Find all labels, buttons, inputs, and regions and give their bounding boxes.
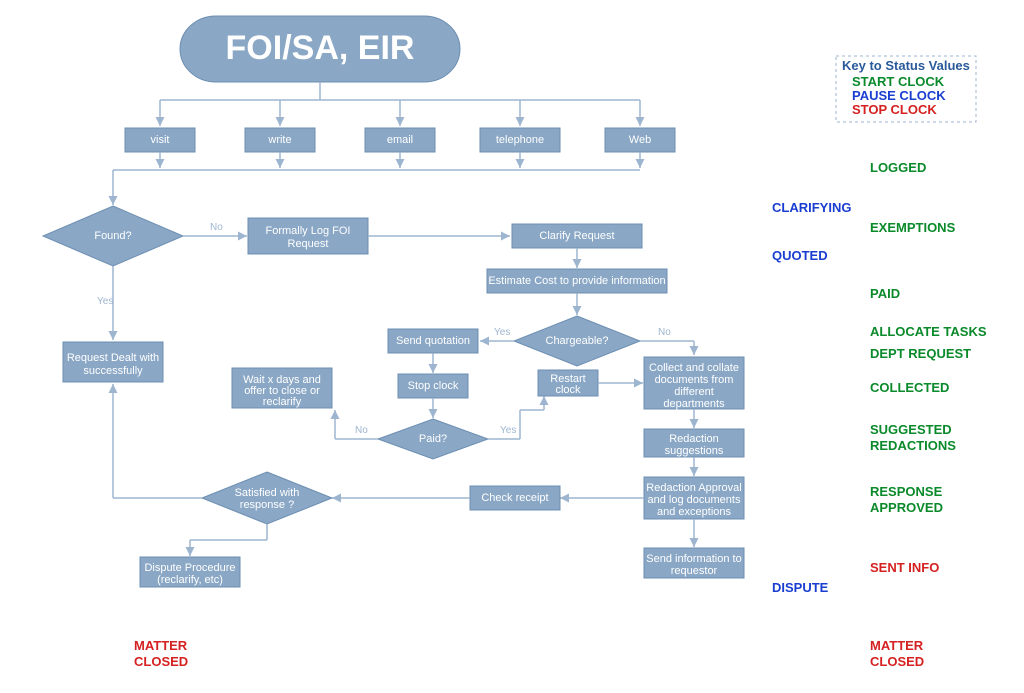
svg-text:Collect and collate: Collect and collate (649, 362, 739, 374)
svg-text:and log documents: and log documents (648, 494, 741, 506)
svg-text:Web: Web (629, 134, 651, 146)
svg-text:requestor: requestor (671, 565, 718, 577)
status-closed2-l: CLOSED (134, 654, 188, 669)
svg-text:Chargeable?: Chargeable? (546, 335, 609, 347)
intake-email: email (365, 128, 435, 152)
intake-visit: visit (125, 128, 195, 152)
status-exemptions: EXEMPTIONS (870, 220, 956, 235)
status-response1: RESPONSE (870, 484, 943, 499)
status-suggested2: REDACTIONS (870, 438, 956, 453)
edge-no-2: No (658, 327, 671, 338)
node-clarify: Clarify Request (512, 224, 642, 248)
svg-text:Send quotation: Send quotation (396, 335, 470, 347)
svg-text:documents from: documents from (655, 374, 734, 386)
svg-text:Redaction: Redaction (669, 433, 719, 445)
node-check: Check receipt (470, 486, 560, 510)
status-deptreq: DEPT REQUEST (870, 346, 971, 361)
svg-text:(reclarify, etc): (reclarify, etc) (157, 574, 223, 586)
svg-text:email: email (387, 134, 413, 146)
svg-text:Key to Status Values: Key to Status Values (842, 58, 970, 73)
svg-text:successfully: successfully (83, 365, 143, 377)
status-closed1-r: MATTER (870, 638, 924, 653)
intake-telephone: telephone (480, 128, 560, 152)
svg-text:Paid?: Paid? (419, 433, 447, 445)
svg-text:response ?: response ? (240, 499, 294, 511)
status-allocate: ALLOCATE TASKS (870, 324, 987, 339)
decision-found: Found? (43, 206, 183, 266)
svg-text:Found?: Found? (94, 230, 131, 242)
node-stopclock: Stop clock (398, 374, 468, 398)
flowchart: FOI/SA, EIR visit write email telephone … (0, 0, 1024, 693)
status-closed1-l: MATTER (134, 638, 188, 653)
svg-text:departments: departments (663, 398, 725, 410)
edge-no-3: No (355, 425, 368, 436)
svg-text:visit: visit (151, 134, 170, 146)
edge-yes-2: Yes (494, 327, 510, 338)
svg-text:Formally Log FOI: Formally Log FOI (266, 225, 351, 237)
svg-text:different: different (674, 386, 714, 398)
svg-text:Stop clock: Stop clock (408, 380, 459, 392)
svg-text:Request: Request (288, 238, 329, 250)
svg-text:START CLOCK: START CLOCK (852, 74, 945, 89)
status-paid: PAID (870, 286, 900, 301)
title-text: FOI/SA, EIR (226, 29, 415, 67)
svg-text:Dispute Procedure: Dispute Procedure (144, 562, 235, 574)
status-clarifying: CLARIFYING (772, 200, 851, 215)
intake-web: Web (605, 128, 675, 152)
svg-text:reclarify: reclarify (263, 396, 302, 408)
node-estimate: Estimate Cost to provide information (487, 269, 667, 293)
svg-text:Estimate Cost to provide infor: Estimate Cost to provide information (488, 275, 665, 287)
svg-text:Send information to: Send information to (646, 553, 741, 565)
svg-text:write: write (267, 134, 291, 146)
svg-text:and exceptions: and exceptions (657, 506, 731, 518)
svg-text:STOP CLOCK: STOP CLOCK (852, 102, 937, 117)
decision-paid: Paid? (378, 419, 488, 459)
legend-box: Key to Status Values START CLOCK PAUSE C… (836, 56, 976, 122)
decision-chargeable: Chargeable? (514, 316, 640, 366)
status-collected: COLLECTED (870, 380, 949, 395)
svg-text:PAUSE CLOCK: PAUSE CLOCK (852, 88, 946, 103)
svg-text:Check receipt: Check receipt (481, 492, 548, 504)
status-sentinfo: SENT INFO (870, 560, 939, 575)
edge-no-1: No (210, 222, 223, 233)
node-quote: Send quotation (388, 329, 478, 353)
svg-text:telephone: telephone (496, 134, 544, 146)
svg-text:suggestions: suggestions (665, 445, 724, 457)
svg-text:clock: clock (555, 384, 581, 396)
edge-yes-3: Yes (500, 425, 516, 436)
svg-text:Satisfied with: Satisfied with (235, 487, 300, 499)
svg-text:Request Dealt with: Request Dealt with (67, 352, 159, 364)
status-quoted: QUOTED (772, 248, 828, 263)
status-logged: LOGGED (870, 160, 926, 175)
svg-text:Redaction Approval: Redaction Approval (646, 482, 741, 494)
svg-text:Clarify Request: Clarify Request (539, 230, 614, 242)
edge-yes-1: Yes (97, 296, 113, 307)
status-response2: APPROVED (870, 500, 943, 515)
status-suggested1: SUGGESTED (870, 422, 952, 437)
node-dealt: Request Dealt with successfully Request … (0, 0, 163, 382)
status-dispute: DISPUTE (772, 580, 829, 595)
intake-write: write (245, 128, 315, 152)
status-closed2-r: CLOSED (870, 654, 924, 669)
